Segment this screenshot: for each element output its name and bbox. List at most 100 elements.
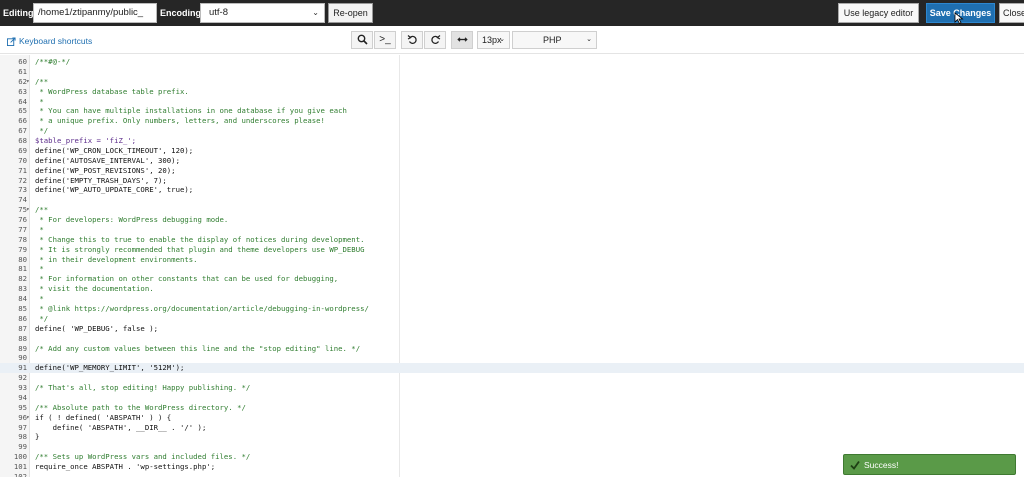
line-number: 74 <box>18 195 27 205</box>
redo-button[interactable] <box>424 31 446 49</box>
line-number: 64 <box>18 96 27 106</box>
code-line[interactable]: 67 */ <box>0 126 1024 136</box>
code-line[interactable]: 60 /**#@-*/ <box>0 57 1024 67</box>
word-wrap-toggle[interactable] <box>451 31 473 49</box>
line-number: 60 <box>18 57 27 66</box>
code-text: define('WP_AUTO_UPDATE_CORE', true); <box>35 185 194 195</box>
editor-top-bar: Editing: /home1/ztipanmy/public_ Encodin… <box>0 0 1024 26</box>
keyboard-shortcuts-label: Keyboard shortcuts <box>19 36 93 46</box>
code-line[interactable]: 83 * visit the documentation. <box>0 284 1024 294</box>
line-number: 91 <box>18 363 27 373</box>
close-button[interactable]: Close <box>999 3 1024 23</box>
syntax-mode-select[interactable]: PHP ⌄ <box>512 31 597 49</box>
code-line[interactable]: 87 define( 'WP_DEBUG', false ); <box>0 324 1024 334</box>
code-line[interactable]: 72 define('EMPTY_TRASH_DAYS', 7); <box>0 176 1024 186</box>
checkmark-icon <box>850 460 860 470</box>
fold-toggle-icon[interactable]: ▾ <box>26 413 30 423</box>
code-text: * <box>35 294 44 304</box>
keyboard-shortcuts-link[interactable]: Keyboard shortcuts <box>7 36 92 46</box>
line-number: 83 <box>18 284 27 294</box>
code-line[interactable]: 62 ▾ /** <box>0 77 1024 87</box>
code-text: define('EMPTY_TRASH_DAYS', 7); <box>35 175 167 185</box>
undo-icon <box>407 35 417 44</box>
code-text: * visit the documentation. <box>35 284 154 294</box>
line-number: 66 <box>18 116 27 126</box>
line-number: 70 <box>18 155 27 165</box>
code-editor[interactable]: 60/**#@-*/61 62 ▾/** 63 * WordPress databas… <box>0 55 1024 477</box>
code-line[interactable]: 88 <box>0 334 1024 344</box>
line-number: 96 <box>18 412 27 422</box>
code-line[interactable]: 92 <box>0 373 1024 383</box>
success-toast: Success! <box>843 454 1016 475</box>
search-button[interactable] <box>351 31 373 49</box>
code-line[interactable]: 80 * in their development environments. <box>0 255 1024 265</box>
line-number: 72 <box>18 175 27 185</box>
code-line[interactable]: 68 $table_prefix = 'fiZ_'; <box>0 136 1024 146</box>
line-number: 69 <box>18 145 27 155</box>
encoding-select[interactable]: utf-8 ⌄ <box>200 3 325 23</box>
fold-toggle-icon[interactable]: ▾ <box>26 77 30 87</box>
code-text: if ( ! defined( 'ABSPATH' ) ) { <box>35 412 172 422</box>
font-size-select[interactable]: 13px ⌄ <box>477 31 510 49</box>
code-text: define( 'ABSPATH', __DIR__ . '/' ); <box>35 422 207 432</box>
code-line[interactable]: 78 * Change this to true to enable the d… <box>0 235 1024 245</box>
code-line[interactable]: 70 define('AUTOSAVE_INTERVAL', 300); <box>0 156 1024 166</box>
line-number: 78 <box>18 234 27 244</box>
use-legacy-editor-button[interactable]: Use legacy editor <box>838 3 919 23</box>
code-text: /* Add any custom values between this li… <box>35 343 361 353</box>
code-line[interactable]: 85 * @link https://wordpress.org/documen… <box>0 304 1024 314</box>
code-text: /** <box>35 205 49 215</box>
code-line[interactable]: 76 * For developers: WordPress debugging… <box>0 215 1024 225</box>
code-line[interactable]: 82 * For information on other constants … <box>0 274 1024 284</box>
line-number: 102 <box>13 471 27 477</box>
undo-button[interactable] <box>401 31 423 49</box>
line-number: 68 <box>18 136 27 146</box>
code-line[interactable]: 64 * <box>0 97 1024 107</box>
code-text: /** Sets up WordPress vars and included … <box>35 452 251 462</box>
fold-toggle-icon[interactable]: ▾ <box>26 205 30 215</box>
code-line[interactable]: 93 /* That's all, stop editing! Happy pub… <box>0 383 1024 393</box>
line-number: 82 <box>18 274 27 284</box>
line-number: 73 <box>18 185 27 195</box>
code-line[interactable]: 66 * a unique prefix. Only numbers, lett… <box>0 116 1024 126</box>
code-line[interactable]: 79 * It is strongly recommended that plu… <box>0 245 1024 255</box>
code-line[interactable]: 94 <box>0 393 1024 403</box>
code-line[interactable]: 71 define('WP_POST_REVISIONS', 20); <box>0 166 1024 176</box>
chevron-down-icon: ⌄ <box>499 36 505 43</box>
line-number: 71 <box>18 165 27 175</box>
line-number: 90 <box>18 353 27 363</box>
code-line[interactable]: 61 <box>0 67 1024 77</box>
line-number: 101 <box>13 462 27 472</box>
code-line[interactable]: 91 define('WP_MEMORY_LIMIT', '512M'); <box>0 363 1024 374</box>
code-line[interactable]: 98} <box>0 432 1024 442</box>
code-line[interactable]: 73 define('WP_AUTO_UPDATE_CORE', true); <box>0 185 1024 195</box>
code-line[interactable]: 81 * <box>0 264 1024 274</box>
code-line[interactable]: 89 /* Add any custom values between this … <box>0 344 1024 354</box>
code-text: */ <box>35 126 49 136</box>
code-line[interactable]: 65 * You can have multiple installations… <box>0 106 1024 116</box>
line-number: 84 <box>18 294 27 304</box>
file-path-field[interactable]: /home1/ztipanmy/public_ <box>33 3 157 23</box>
code-line[interactable]: 99 <box>0 442 1024 452</box>
line-number: 99 <box>18 442 27 452</box>
code-line[interactable]: 97 define( 'ABSPATH', __DIR__ . '/' ); <box>0 423 1024 433</box>
code-line[interactable]: 75 ▾ /** <box>0 205 1024 215</box>
code-line[interactable]: 63 * WordPress database table prefix. <box>0 87 1024 97</box>
code-line[interactable]: 86 */ <box>0 314 1024 324</box>
code-line[interactable]: 90 <box>0 353 1024 363</box>
code-text: /* That's all, stop editing! Happy publi… <box>35 383 251 393</box>
line-number: 97 <box>18 422 27 432</box>
code-line[interactable]: 74 <box>0 195 1024 205</box>
terminal-button[interactable]: >_ <box>374 31 396 49</box>
code-line[interactable]: 84 * <box>0 294 1024 304</box>
code-line[interactable]: 96 ▾ if ( ! defined( 'ABSPATH' ) ) { <box>0 413 1024 423</box>
code-line[interactable]: 95 /** Absolute path to the WordPress dir… <box>0 403 1024 413</box>
code-line[interactable]: 69 define('WP_CRON_LOCK_TIMEOUT', 120); <box>0 146 1024 156</box>
mouse-pointer-icon <box>954 12 964 24</box>
code-text: define('WP_CRON_LOCK_TIMEOUT', 120); <box>35 145 194 155</box>
code-text: define('WP_MEMORY_LIMIT', '512M'); <box>35 363 185 373</box>
reopen-button[interactable]: Re-open <box>328 3 373 23</box>
code-line[interactable]: 77 * <box>0 225 1024 235</box>
code-text: /** Absolute path to the WordPress direc… <box>35 402 246 412</box>
line-number: 61 <box>18 66 27 76</box>
